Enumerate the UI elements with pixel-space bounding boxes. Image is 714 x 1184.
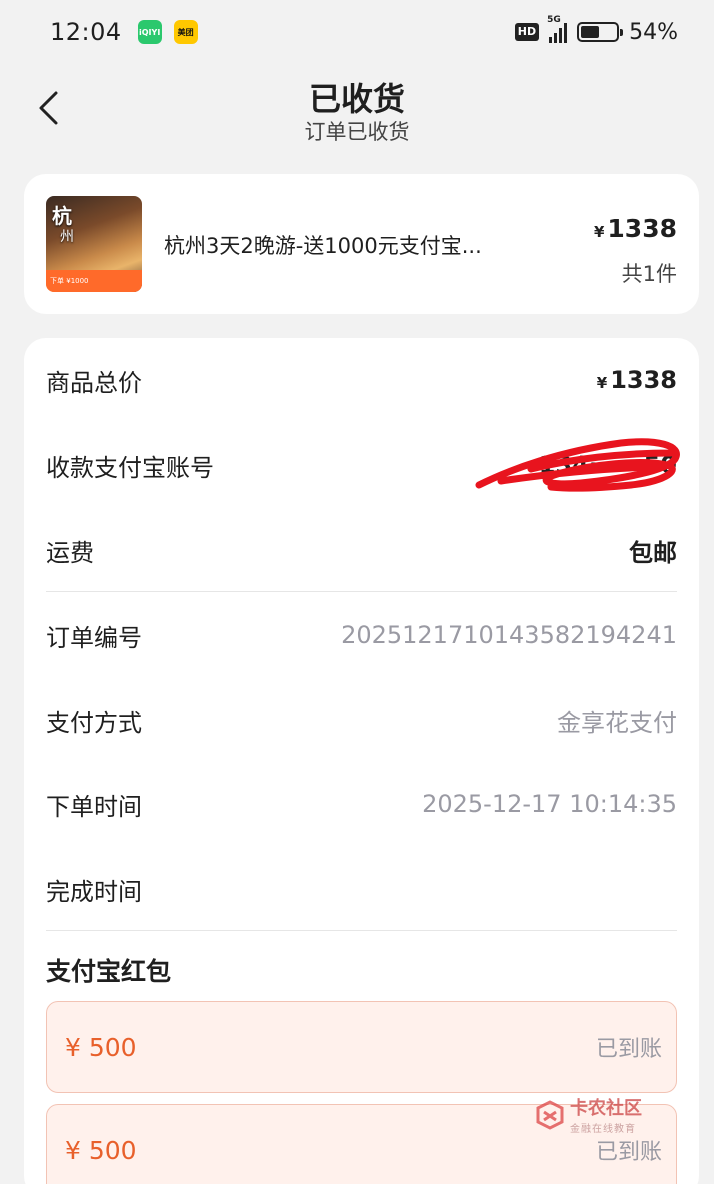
signal-icon: 5G [547, 15, 568, 43]
complete-time-label: 完成时间 [46, 877, 142, 906]
divider [46, 930, 677, 931]
status-time: 12:04 [50, 18, 122, 46]
row-alipay-account: 收款支付宝账号 134······50 [46, 423, 680, 507]
order-detail-card: 商品总价 ¥1338 收款支付宝账号 134······50 运费 包邮 订单编… [24, 338, 699, 1184]
order-time-value: 2025-12-17 10:14:35 [422, 790, 677, 818]
alipay-account-label: 收款支付宝账号 [46, 453, 214, 482]
shipping-label: 运费 [46, 538, 94, 567]
divider [46, 591, 677, 592]
row-complete-time: 完成时间 [46, 847, 677, 931]
shipping-value: 包邮 [629, 538, 677, 567]
total-price-value: ¥1338 [596, 366, 677, 394]
product-price: ¥1338 [593, 214, 677, 243]
watermark: 卡农社区 金融在线教育 [534, 1094, 642, 1135]
thumbnail-tag: 下单 ¥1000 [46, 270, 142, 292]
hd-icon: HD [514, 23, 540, 41]
order-number-value[interactable]: 2025121710143582194241 [341, 621, 677, 649]
redpack-status: 已到账 [595, 1140, 662, 1165]
product-name: 杭州3天2晚游-送1000元支付宝... [164, 234, 482, 258]
thumbnail-city-text: 杭 [52, 204, 72, 228]
alipay-account-value: 134······50 [475, 438, 680, 492]
row-shipping: 运费 包邮 [46, 508, 677, 592]
page-title: 已收货 [308, 80, 405, 118]
redpack-amount: ¥ 500 [65, 1032, 137, 1062]
payment-method-value: 金享花支付 [557, 708, 677, 737]
currency-symbol: ¥ [593, 223, 605, 241]
redpack-section-title: 支付宝红包 [46, 957, 172, 986]
status-bar: 12:04 iQIYI 美团 HD 5G 54% [0, 0, 714, 64]
total-price-label: 商品总价 [46, 368, 142, 397]
battery-percent: 54% [629, 19, 678, 45]
row-total-price: 商品总价 ¥1338 [46, 338, 677, 422]
product-thumbnail: 杭 州 下单 ¥1000 [46, 196, 142, 292]
status-indicators: HD 5G 54% [514, 15, 678, 45]
battery-fill [581, 26, 600, 38]
iqiyi-app-icon: iQIYI [137, 20, 162, 44]
page-header: 已收货 订单已收货 [0, 64, 714, 154]
order-number-label: 订单编号 [46, 623, 142, 652]
thumbnail-city-text-2: 州 [60, 229, 74, 245]
redaction-scribble [475, 438, 680, 492]
redpack-amount: ¥ 500 [65, 1135, 137, 1165]
watermark-sub-text: 金融在线教育 [570, 1124, 636, 1135]
row-order-number: 订单编号 2025121710143582194241 [46, 593, 677, 677]
redpack-item[interactable]: ¥ 500 已到账 [46, 1001, 677, 1093]
redpack-status: 已到账 [595, 1037, 662, 1062]
watermark-logo-icon [536, 1099, 564, 1130]
meituan-app-icon: 美团 [173, 20, 198, 44]
network-type: 5G [547, 15, 561, 25]
watermark-main-text: 卡农社区 [570, 1098, 642, 1119]
payment-method-label: 支付方式 [46, 708, 142, 737]
row-order-time: 下单时间 2025-12-17 10:14:35 [46, 762, 677, 846]
row-payment-method: 支付方式 金享花支付 [46, 678, 677, 762]
product-card[interactable]: 杭 州 下单 ¥1000 杭州3天2晚游-送1000元支付宝... ¥1338 … [24, 174, 699, 314]
order-time-label: 下单时间 [46, 792, 142, 821]
page-subtitle: 订单已收货 [304, 120, 410, 144]
battery-icon [577, 22, 624, 42]
product-quantity: 共1件 [621, 262, 677, 286]
